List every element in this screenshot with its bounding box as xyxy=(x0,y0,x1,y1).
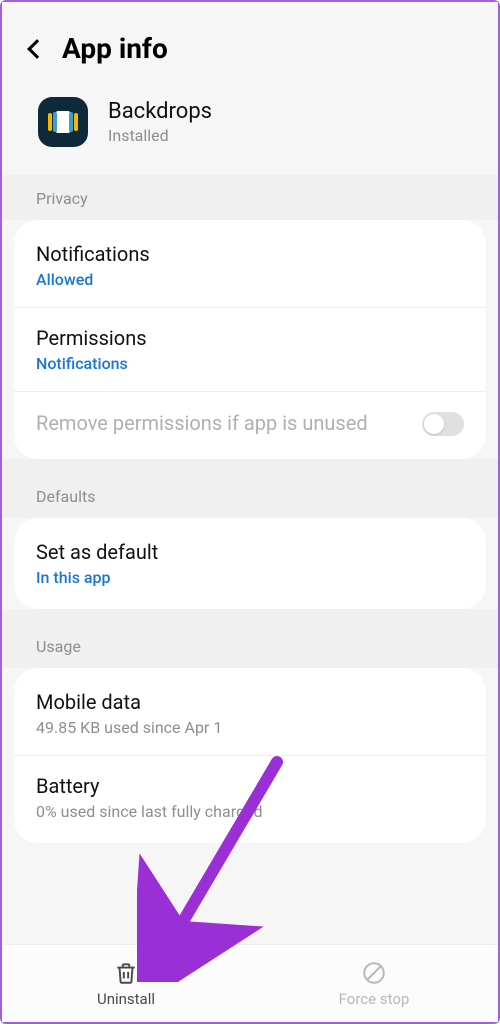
row-title: Battery xyxy=(36,774,464,798)
row-battery[interactable]: Battery 0% used since last fully charged xyxy=(14,755,486,839)
page-title: App info xyxy=(62,32,168,65)
card-privacy: Notifications Allowed Permissions Notifi… xyxy=(14,220,486,459)
app-status: Installed xyxy=(108,126,212,145)
row-mobile-data[interactable]: Mobile data 49.85 KB used since Apr 1 xyxy=(14,672,486,755)
row-title: Set as default xyxy=(36,540,464,564)
force-stop-label: Force stop xyxy=(339,990,410,1008)
row-title: Notifications xyxy=(36,242,464,266)
bottom-bar: Uninstall Force stop xyxy=(2,944,498,1022)
section-label-defaults: Defaults xyxy=(2,473,498,518)
trash-icon xyxy=(113,960,139,986)
force-stop-button[interactable]: Force stop xyxy=(250,945,498,1022)
row-value: Allowed xyxy=(36,270,464,289)
uninstall-label: Uninstall xyxy=(97,990,155,1008)
row-set-default[interactable]: Set as default In this app xyxy=(14,522,486,605)
row-permissions[interactable]: Permissions Notifications xyxy=(14,307,486,391)
row-value: 0% used since last fully charged xyxy=(36,802,464,821)
forbid-icon xyxy=(361,960,387,986)
row-title: Remove permissions if app is unused xyxy=(36,410,464,437)
app-name: Backdrops xyxy=(108,99,212,124)
row-title: Mobile data xyxy=(36,690,464,714)
toggle-remove-permissions[interactable] xyxy=(422,412,464,436)
row-remove-permissions[interactable]: Remove permissions if app is unused xyxy=(14,391,486,455)
section-label-privacy: Privacy xyxy=(2,175,498,220)
row-notifications[interactable]: Notifications Allowed xyxy=(14,224,486,307)
app-icon xyxy=(38,97,88,147)
app-header: Backdrops Installed xyxy=(2,89,498,175)
uninstall-button[interactable]: Uninstall xyxy=(2,945,250,1022)
card-usage: Mobile data 49.85 KB used since Apr 1 Ba… xyxy=(14,668,486,843)
row-value: Notifications xyxy=(36,354,464,373)
row-value: In this app xyxy=(36,568,464,587)
section-label-usage: Usage xyxy=(2,623,498,668)
row-title: Permissions xyxy=(36,326,464,350)
row-value: 49.85 KB used since Apr 1 xyxy=(36,718,464,737)
card-defaults: Set as default In this app xyxy=(14,518,486,609)
back-icon[interactable] xyxy=(27,39,47,59)
